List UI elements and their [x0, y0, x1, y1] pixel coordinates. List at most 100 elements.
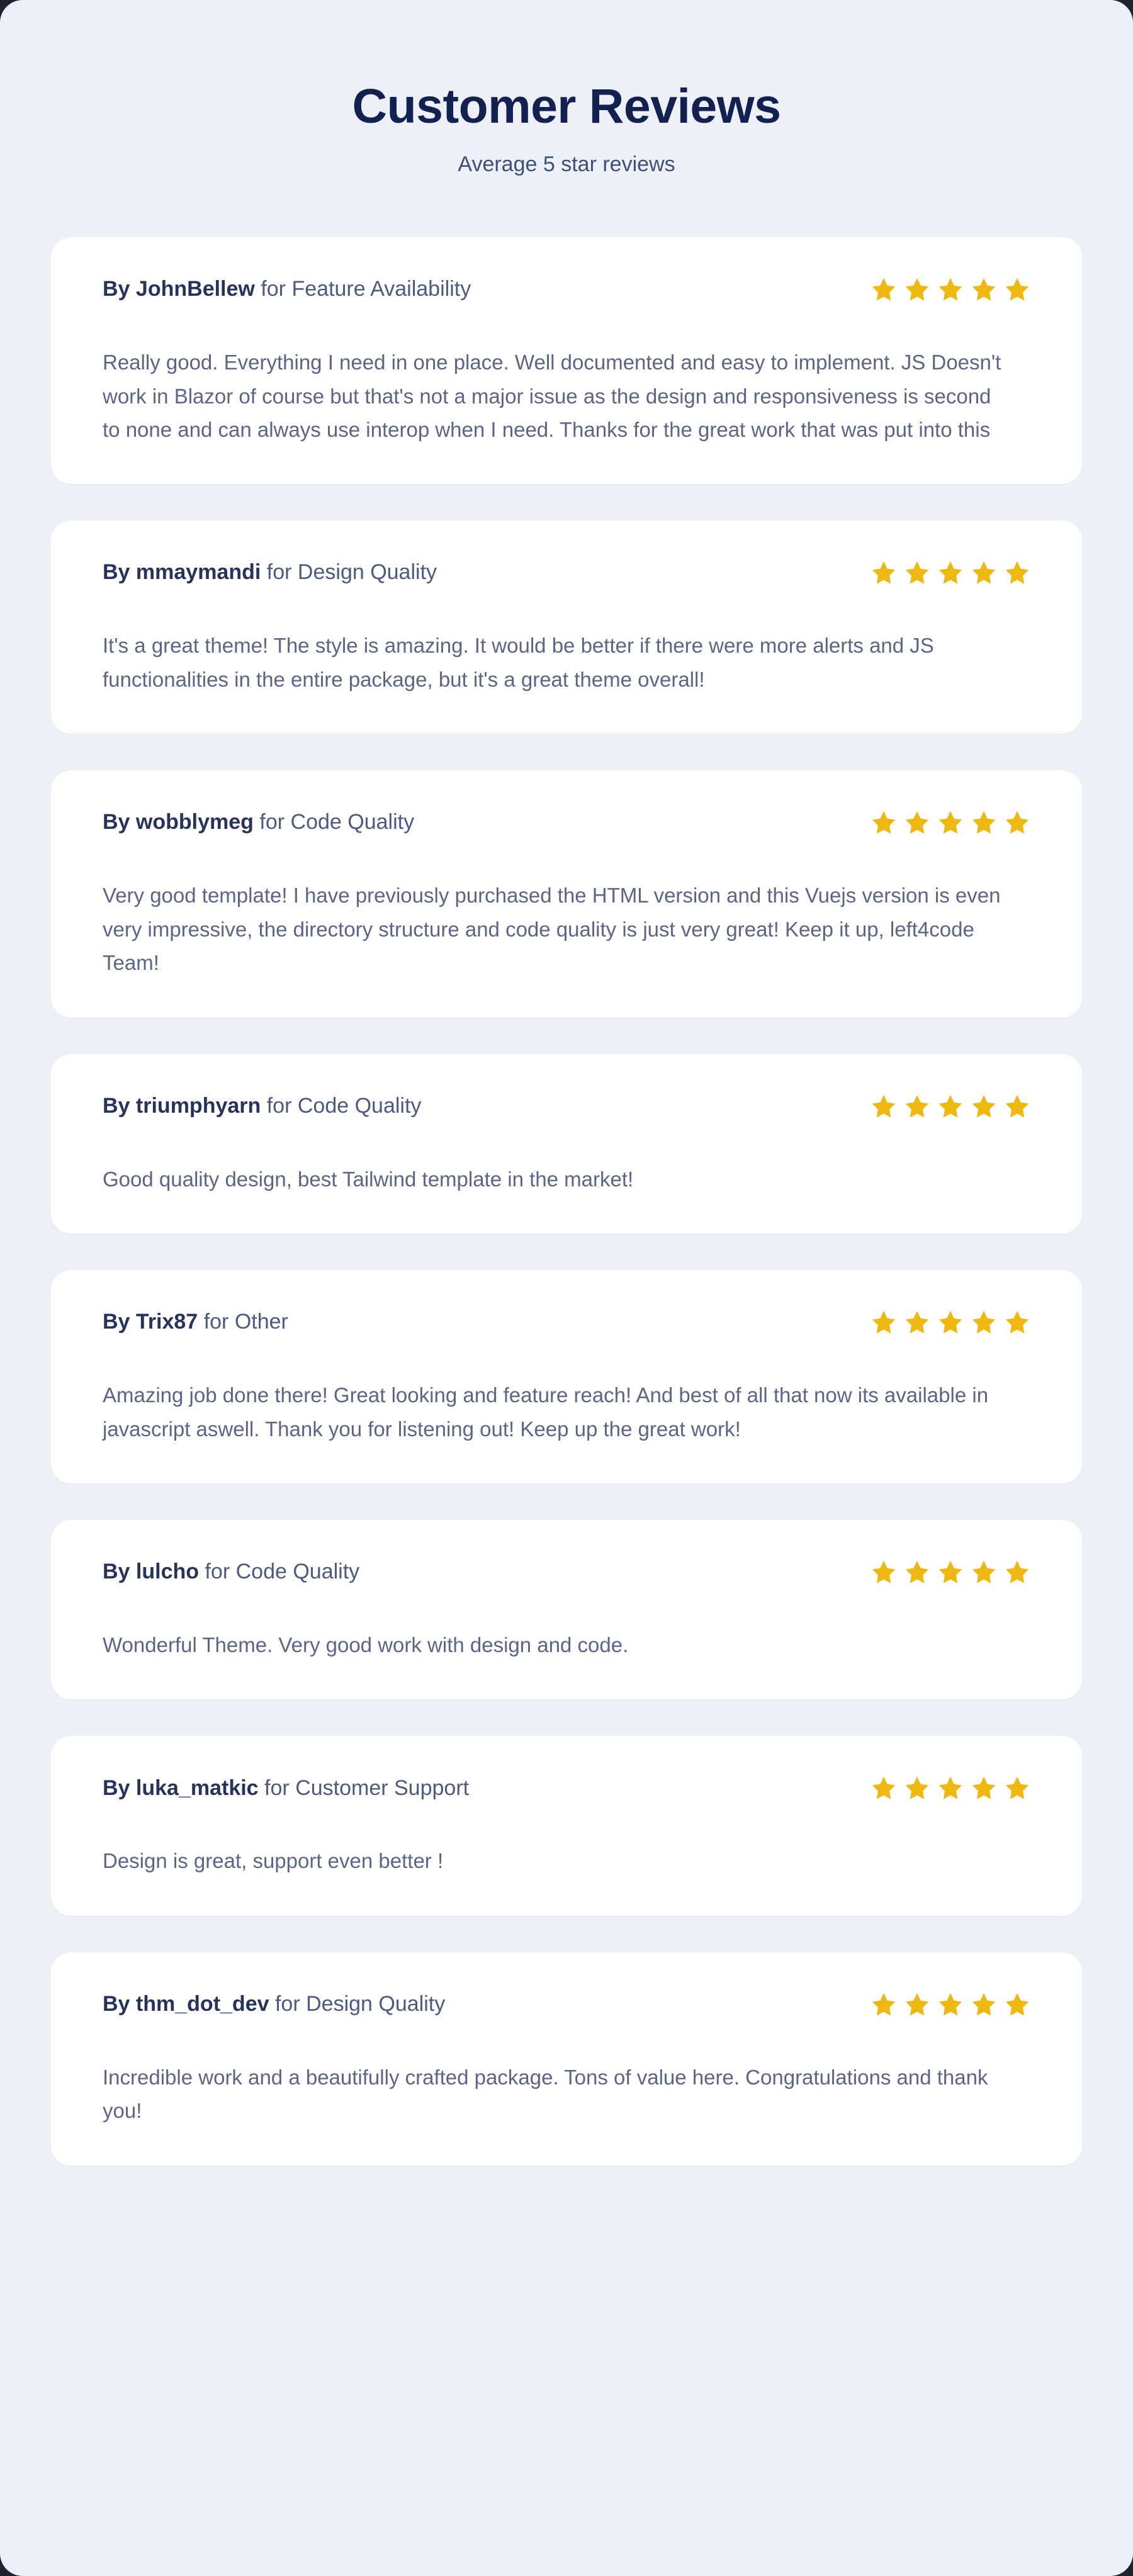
star-icon	[971, 809, 997, 836]
by-prefix: By	[103, 810, 130, 835]
review-category: Other	[234, 1310, 288, 1334]
review-header: By JohnBellew for Feature Availability	[103, 270, 1030, 309]
star-icon	[904, 560, 930, 586]
review-category: Customer Support	[295, 1775, 470, 1800]
review-card: By lulcho for Code Quality Wonderful Them…	[51, 1520, 1082, 1700]
star-icon	[971, 1093, 997, 1120]
review-text: Very good template! I have previously pu…	[103, 884, 1001, 975]
star-icon	[871, 276, 897, 303]
for-connector: for	[261, 277, 286, 301]
review-author: triumphyarn	[135, 1093, 261, 1118]
for-connector: for	[266, 560, 292, 585]
star-rating	[871, 1309, 1030, 1336]
review-author: lulcho	[135, 1560, 200, 1584]
review-category: Design Quality	[306, 1991, 446, 2016]
star-rating	[871, 809, 1030, 836]
star-icon	[904, 1775, 930, 1801]
review-card: By Trix87 for Other Amazing job done ther…	[51, 1270, 1082, 1484]
star-icon	[937, 809, 964, 836]
review-card: By triumphyarn for Code Quality Good qual…	[51, 1054, 1082, 1234]
star-rating	[871, 1991, 1030, 2018]
review-byline: By JohnBellew for Feature Availability	[103, 275, 471, 304]
by-prefix: By	[103, 1093, 130, 1118]
star-icon	[871, 1093, 897, 1120]
star-icon	[1004, 1775, 1030, 1801]
review-text: It's a great theme! The style is amazing…	[103, 634, 934, 691]
star-icon	[971, 1309, 997, 1336]
star-icon	[904, 1093, 930, 1120]
star-icon	[1004, 1991, 1030, 2018]
review-header: By triumphyarn for Code Quality	[103, 1087, 1030, 1126]
page-title: Customer Reviews	[352, 79, 781, 133]
by-prefix: By	[103, 1991, 130, 2016]
by-prefix: By	[103, 560, 130, 585]
review-category: Code Quality	[235, 1560, 360, 1584]
star-icon	[1004, 1309, 1030, 1336]
review-text: Good quality design, best Tailwind templ…	[103, 1167, 634, 1191]
review-author: thm_dot_dev	[135, 1991, 269, 2016]
review-byline: By thm_dot_dev for Design Quality	[103, 1990, 445, 2019]
review-text: Amazing job done there! Great looking an…	[103, 1383, 989, 1441]
star-rating	[871, 560, 1030, 586]
star-icon	[871, 809, 897, 836]
star-icon	[904, 809, 930, 836]
review-text: Incredible work and a beautifully crafte…	[103, 2065, 988, 2123]
star-icon	[937, 1775, 964, 1801]
review-category: Feature Availability	[291, 277, 471, 301]
review-category: Code Quality	[297, 1093, 422, 1118]
review-card: By JohnBellew for Feature Availability Re…	[51, 237, 1082, 485]
star-icon	[1004, 560, 1030, 586]
star-icon	[1004, 1559, 1030, 1585]
for-connector: for	[274, 1991, 300, 2016]
star-icon	[871, 1559, 897, 1585]
review-byline: By luka_matkic for Customer Support	[103, 1774, 469, 1803]
review-header: By Trix87 for Other	[103, 1303, 1030, 1342]
page-subtitle: Average 5 star reviews	[458, 152, 675, 177]
by-prefix: By	[103, 1310, 130, 1334]
for-connector: for	[266, 1093, 292, 1118]
star-rating	[871, 1093, 1030, 1120]
review-header: By mmaymandi for Design Quality	[103, 553, 1030, 592]
star-icon	[871, 1309, 897, 1336]
review-header: By wobblymeg for Code Quality	[103, 803, 1030, 842]
review-author: luka_matkic	[135, 1775, 259, 1800]
star-icon	[971, 1775, 997, 1801]
review-author: wobblymeg	[135, 810, 254, 835]
star-icon	[1004, 1093, 1030, 1120]
star-rating	[871, 1559, 1030, 1585]
review-byline: By triumphyarn for Code Quality	[103, 1092, 421, 1121]
review-byline: By mmaymandi for Design Quality	[103, 558, 437, 587]
by-prefix: By	[103, 277, 130, 301]
star-icon	[937, 560, 964, 586]
star-icon	[904, 1991, 930, 2018]
star-icon	[1004, 276, 1030, 303]
star-rating	[871, 276, 1030, 303]
review-header: By thm_dot_dev for Design Quality	[103, 1985, 1030, 2024]
star-icon	[904, 1309, 930, 1336]
for-connector: for	[203, 1310, 229, 1334]
for-connector: for	[264, 1775, 290, 1800]
review-byline: By Trix87 for Other	[103, 1308, 288, 1337]
star-icon	[871, 1775, 897, 1801]
star-icon	[904, 1559, 930, 1585]
for-connector: for	[205, 1560, 230, 1584]
review-category: Code Quality	[290, 810, 415, 835]
star-icon	[937, 1991, 964, 2018]
review-text: Wonderful Theme. Very good work with des…	[103, 1633, 629, 1657]
review-card: By thm_dot_dev for Design Quality Incredi…	[51, 1952, 1082, 2166]
star-icon	[971, 560, 997, 586]
star-icon	[937, 1093, 964, 1120]
review-author: Trix87	[135, 1310, 198, 1334]
review-byline: By lulcho for Code Quality	[103, 1558, 359, 1587]
reviews-page: Customer Reviews Average 5 star reviews …	[0, 0, 1133, 2576]
review-list: By JohnBellew for Feature Availability Re…	[0, 237, 1133, 2166]
review-byline: By wobblymeg for Code Quality	[103, 808, 414, 837]
review-card: By mmaymandi for Design Quality It's a gr…	[51, 520, 1082, 734]
page-header: Customer Reviews Average 5 star reviews	[0, 0, 1133, 179]
star-rating	[871, 1775, 1030, 1801]
star-icon	[971, 276, 997, 303]
review-author: mmaymandi	[135, 560, 261, 585]
star-icon	[971, 1559, 997, 1585]
star-icon	[1004, 809, 1030, 836]
star-icon	[971, 1991, 997, 2018]
